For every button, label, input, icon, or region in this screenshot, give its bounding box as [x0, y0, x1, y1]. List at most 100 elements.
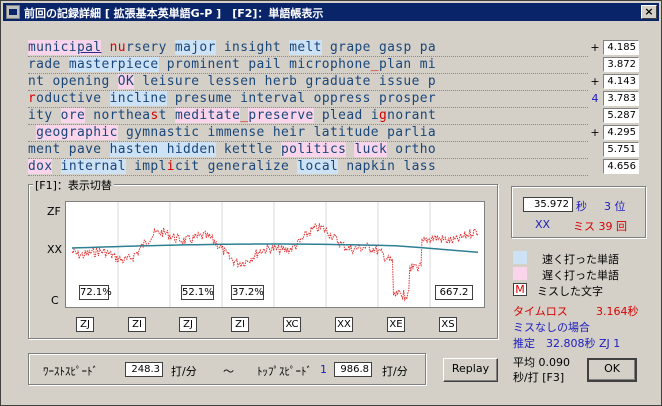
close-button[interactable]: ×	[641, 5, 657, 19]
x-button-3[interactable]: ZJ	[179, 317, 197, 332]
line-marker	[587, 108, 603, 123]
word-segment: nt opening	[28, 74, 118, 89]
word-segment	[28, 125, 36, 140]
title-bar: 前回の記録詳細 [ 拡張基本英単語G-P ] [F2]：単語帳表示 ×	[3, 3, 659, 21]
top-speed-rank: 1	[320, 363, 327, 376]
word-segment: t	[158, 108, 175, 123]
grade-value: XX	[535, 218, 551, 231]
typed-line: geographic gymnastic immense heir latitu…	[28, 125, 588, 142]
x-button-2[interactable]: ZI	[128, 317, 146, 332]
word-segment: luck	[354, 142, 388, 157]
word-segment: OK	[117, 74, 135, 89]
x-button-1[interactable]: ZJ	[76, 317, 94, 332]
line-speed-value: 4.656	[603, 159, 639, 174]
legend-slow-label: 遅く打った単語	[542, 269, 619, 282]
word-segment: leisure lessen herb graduate issue p	[134, 74, 437, 89]
y-label-top: ZF	[47, 205, 61, 218]
chart-group-label: [F1]：表示切替	[33, 177, 114, 193]
word-segment: grape gasp pa	[321, 40, 437, 55]
y-label-mid: XX	[47, 243, 63, 256]
word-segment: napkin lass	[338, 159, 437, 174]
word-segment: internal	[60, 159, 126, 174]
legend-miss-label: ミスした文字	[537, 285, 603, 298]
worst-speed-value: 248.3	[125, 362, 163, 377]
typed-line: municipal nursery major insight melt gra…	[28, 40, 588, 57]
word-segment: ortho	[387, 142, 437, 157]
line-speed-value: 4.143	[603, 74, 639, 89]
x-button-6[interactable]: XX	[335, 317, 353, 332]
app-icon	[6, 5, 20, 19]
word-segment: presume interval oppress prosper	[166, 91, 437, 106]
x-button-5[interactable]: XC	[283, 317, 301, 332]
main-window: 前回の記録詳細 [ 拡張基本英単語G-P ] [F2]：単語帳表示 × muni…	[0, 0, 662, 406]
line-marker: +	[590, 41, 600, 54]
word-segment: meditate	[174, 108, 241, 123]
typed-line: ment pave hasten hidden kettle politics …	[28, 142, 588, 159]
word-segment: masterpiece	[68, 57, 159, 72]
word-segment: prominent pail microphone	[158, 57, 371, 72]
worst-speed-label: ﾜｰｽﾄｽﾋﾟｰﾄﾞ	[43, 365, 98, 378]
typed-line: nt opening OK leisure lessen herb gradua…	[28, 74, 588, 91]
speed-chart[interactable]	[65, 201, 485, 308]
word-segment: insight	[215, 40, 290, 55]
line-marker	[587, 57, 603, 72]
word-segment: major	[174, 40, 216, 55]
word-segment: cit generalize	[174, 159, 298, 174]
avg-line-1: 平均 0.090	[513, 356, 570, 369]
word-segment: melt	[289, 40, 322, 55]
word-segment: northea	[85, 108, 151, 123]
no-miss-label: ミスなしの場合	[513, 321, 590, 334]
word-segment: local	[297, 159, 339, 174]
legend-fast-label: 速く打った単語	[542, 253, 619, 266]
line-speed-value: 4.185	[603, 40, 639, 55]
x-button-7[interactable]: XE	[387, 317, 405, 332]
x-button-8[interactable]: XS	[439, 317, 457, 332]
word-segment: plead i	[313, 108, 379, 123]
word-segment: r	[28, 91, 37, 106]
legend-miss-mark: M	[513, 283, 527, 296]
line-speed-value: 3.872	[603, 57, 639, 72]
line-speed-value: 4.295	[603, 125, 639, 140]
top-speed-unit: 打/分	[382, 365, 408, 378]
avg-line-2: 秒/打 [F3]	[513, 371, 565, 384]
line-marker	[587, 159, 603, 174]
range-tilde: ～	[223, 365, 234, 378]
line-marker: +	[590, 75, 600, 88]
word-segment: ore	[60, 108, 86, 123]
word-segment	[52, 159, 60, 174]
word-segment: s	[150, 108, 159, 123]
top-speed-value: 986.8	[334, 362, 372, 377]
top-speed-label: ﾄｯﾌﾟｽﾋﾟｰﾄﾞ	[257, 365, 312, 378]
word-segment: dox	[28, 159, 53, 174]
chart-box-4: 667.2	[435, 285, 473, 300]
chart-box-3: 37.2%	[231, 285, 264, 300]
word-segment: preserve	[248, 108, 314, 123]
word-segment: g	[379, 108, 388, 123]
word-segment: oductive	[36, 91, 110, 106]
word-segment: kettle	[215, 142, 281, 157]
word-segment: norant	[387, 108, 437, 123]
replay-button[interactable]: Replay	[443, 358, 498, 382]
x-button-4[interactable]: ZI	[231, 317, 249, 332]
speed-series-line	[71, 223, 479, 302]
window-title: 前回の記録詳細 [ 拡張基本英単語G-P ] [F2]：単語帳表示	[24, 7, 324, 20]
chart-box-1: 72.1%	[79, 285, 112, 300]
typed-line: ity ore northeast meditate_preserve plea…	[28, 108, 588, 125]
word-segment: u	[117, 40, 126, 55]
worst-speed-unit: 打/分	[171, 365, 197, 378]
word-segment: politics	[281, 142, 347, 157]
ok-button[interactable]: OK	[587, 358, 637, 382]
word-segment: _	[370, 57, 379, 72]
word-segment: munici	[28, 40, 77, 55]
word-segment: incline	[109, 91, 167, 106]
word-segment: ity	[28, 108, 61, 123]
typed-line: rade masterpiece prominent pail micropho…	[28, 57, 588, 74]
time-value: 35.972	[523, 197, 573, 212]
estimate-value: 推定 32.808秒 ZJ 1	[513, 337, 621, 350]
speed-chart-svg	[71, 202, 479, 307]
line-marker: +	[590, 126, 600, 139]
word-segment: plan mi	[378, 57, 437, 72]
word-segment: pal	[76, 40, 102, 55]
typed-line: roductive incline presume interval oppre…	[28, 91, 588, 108]
legend-fast-swatch	[513, 251, 527, 264]
